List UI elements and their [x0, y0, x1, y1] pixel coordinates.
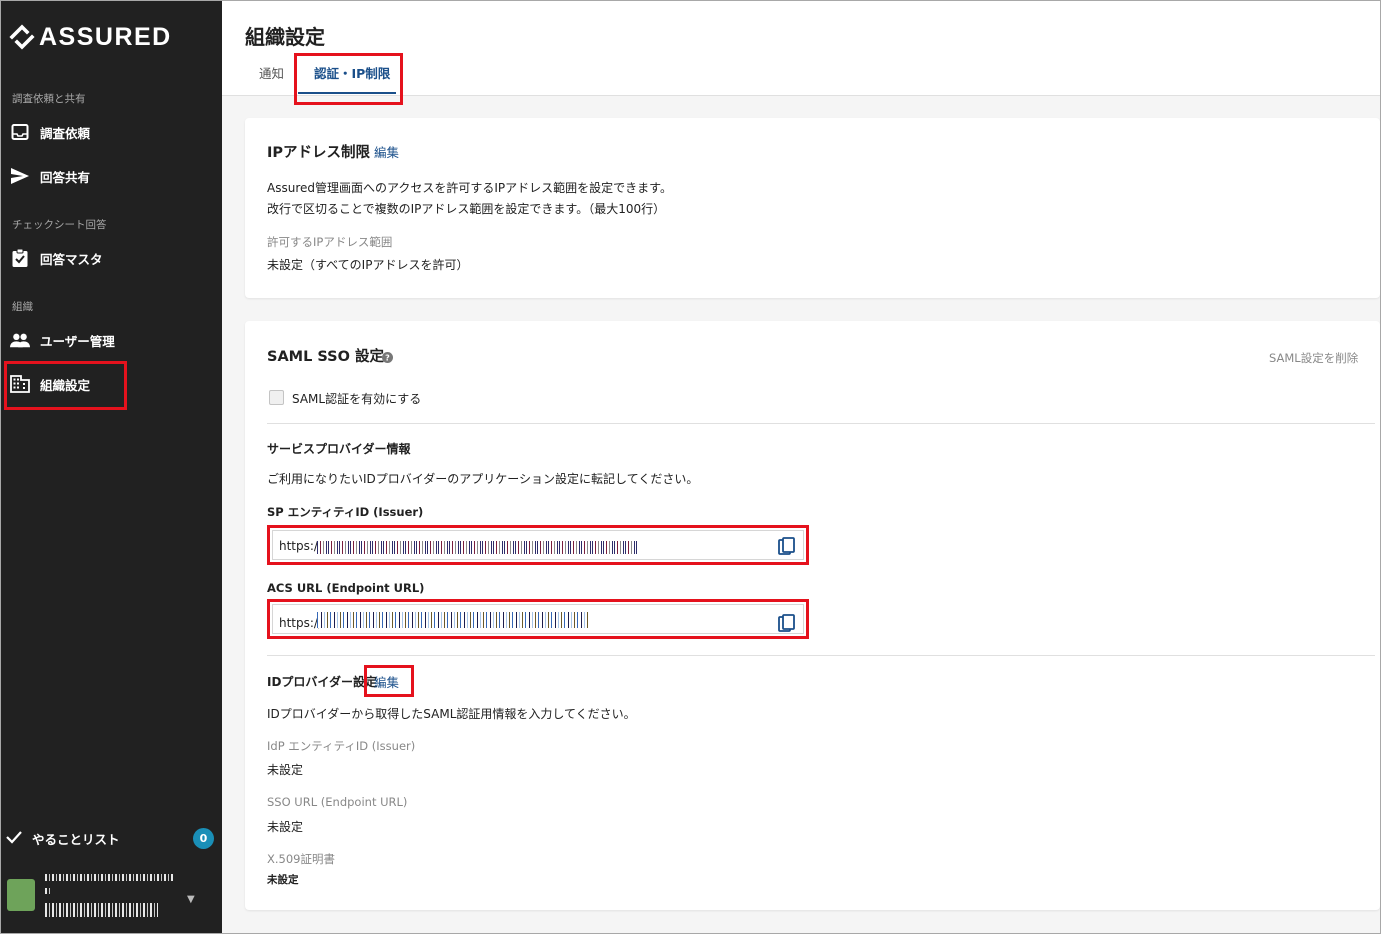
- sso-url-label: SSO URL (Endpoint URL): [267, 795, 408, 809]
- page-header: 組織設定 通知 認証・IP制限: [222, 1, 1380, 105]
- sp-section-description: ご利用になりたいIDプロバイダーのアプリケーション設定に転記してください。: [267, 472, 699, 486]
- ip-restriction-description-2: 改行で区切ることで複数のIPアドレス範囲を設定できます。（最大100行）: [267, 202, 666, 216]
- inbox-icon: [10, 122, 30, 142]
- sp-entity-value: https://: [279, 539, 323, 553]
- page-title: 組織設定: [245, 25, 325, 49]
- cert-label: X.509証明書: [267, 852, 335, 866]
- saml-title: SAML SSO 設定: [267, 349, 384, 365]
- todo-count-badge: 0: [193, 828, 214, 849]
- sp-entity-label: SP エンティティID (Issuer): [267, 505, 424, 519]
- idp-description: IDプロバイダーから取得したSAML認証用情報を入力してください。: [267, 707, 636, 721]
- people-icon: [10, 330, 30, 350]
- idp-section-title: IDプロバイダー設定: [267, 675, 377, 689]
- acs-label: ACS URL (Endpoint URL): [267, 581, 425, 595]
- clipboard-check-icon: [10, 248, 30, 268]
- sidebar-item-request[interactable]: 調査依頼: [1, 116, 222, 148]
- todo-list-item[interactable]: やることリスト 0: [1, 823, 222, 853]
- section-label-checksheet: チェックシート回答: [12, 219, 107, 231]
- ip-range-label: 許可するIPアドレス範囲: [267, 235, 393, 249]
- saml-enable-checkbox[interactable]: [269, 390, 284, 405]
- sidebar-item-label: 回答共有: [40, 169, 91, 185]
- divider: [267, 655, 1375, 656]
- brand-name: ASSURED: [39, 22, 172, 51]
- highlight-box-org-settings: [4, 361, 127, 410]
- highlight-box-tab: [294, 53, 403, 105]
- copy-icon[interactable]: [778, 614, 796, 634]
- sidebar-item-users[interactable]: ユーザー管理: [1, 324, 222, 356]
- cert-value: 未設定: [267, 874, 299, 886]
- sidebar-item-share[interactable]: 回答共有: [1, 160, 222, 192]
- user-org-redacted: [45, 874, 173, 881]
- acs-field[interactable]: https://: [267, 599, 809, 639]
- acs-value: https://: [279, 616, 323, 630]
- section-label-request: 調査依頼と共有: [12, 93, 86, 105]
- sidebar-item-label: ユーザー管理: [40, 333, 115, 349]
- ip-restriction-description-1: Assured管理画面へのアクセスを許可するIPアドレス範囲を設定できます。: [267, 181, 672, 195]
- saml-enable-label: SAML認証を有効にする: [292, 392, 422, 406]
- sidebar-item-label: 調査依頼: [40, 125, 91, 141]
- sp-section-title: サービスプロバイダー情報: [267, 442, 411, 456]
- acs-redacted: [317, 612, 589, 628]
- sso-url-value: 未設定: [267, 820, 304, 834]
- highlight-box-idp-edit: [364, 665, 414, 697]
- ip-restriction-edit-link[interactable]: 編集: [374, 142, 399, 161]
- user-org-redacted-2: [45, 888, 51, 894]
- divider: [267, 423, 1375, 424]
- brand-logo[interactable]: ASSURED: [9, 23, 172, 51]
- logo-mark-icon: [9, 24, 35, 50]
- sp-entity-redacted: [317, 541, 639, 554]
- section-label-org: 組織: [12, 301, 33, 313]
- sidebar: ASSURED 調査依頼と共有 調査依頼 回答共有 チェックシート回答 回答マス…: [1, 1, 222, 933]
- avatar: [7, 879, 35, 911]
- user-name-redacted: [45, 903, 158, 917]
- ip-restriction-card: IPアドレス制限 編集 Assured管理画面へのアクセスを許可するIPアドレス…: [245, 118, 1380, 298]
- idp-entity-value: 未設定: [267, 763, 304, 777]
- tab-notifications[interactable]: 通知: [259, 63, 284, 82]
- check-icon: [5, 828, 23, 850]
- app-window: ASSURED 調査依頼と共有 調査依頼 回答共有 チェックシート回答 回答マス…: [0, 0, 1381, 934]
- saml-sso-card: SAML SSO 設定 ? SAML設定を削除 SAML認証を有効にする サービ…: [245, 321, 1380, 910]
- sidebar-item-answer-master[interactable]: 回答マスタ: [1, 242, 222, 274]
- svg-text:?: ?: [385, 354, 390, 363]
- idp-entity-label: IdP エンティティID (Issuer): [267, 739, 416, 753]
- send-icon: [10, 166, 30, 186]
- help-circle-icon[interactable]: ?: [382, 348, 393, 367]
- main-content: 組織設定 通知 認証・IP制限 IPアドレス制限 編集 Assured管理画面へ…: [222, 1, 1380, 933]
- sp-entity-field[interactable]: https://: [267, 525, 809, 565]
- ip-restriction-title: IPアドレス制限: [267, 145, 371, 161]
- todo-label: やることリスト: [32, 832, 120, 847]
- ip-range-value: 未設定（すべてのIPアドレスを許可）: [267, 258, 469, 272]
- copy-icon[interactable]: [778, 537, 796, 557]
- user-menu[interactable]: ▼: [1, 863, 222, 933]
- saml-delete-button[interactable]: SAML設定を削除: [1269, 350, 1358, 366]
- sidebar-item-label: 回答マスタ: [40, 251, 103, 267]
- chevron-down-icon: ▼: [187, 894, 195, 905]
